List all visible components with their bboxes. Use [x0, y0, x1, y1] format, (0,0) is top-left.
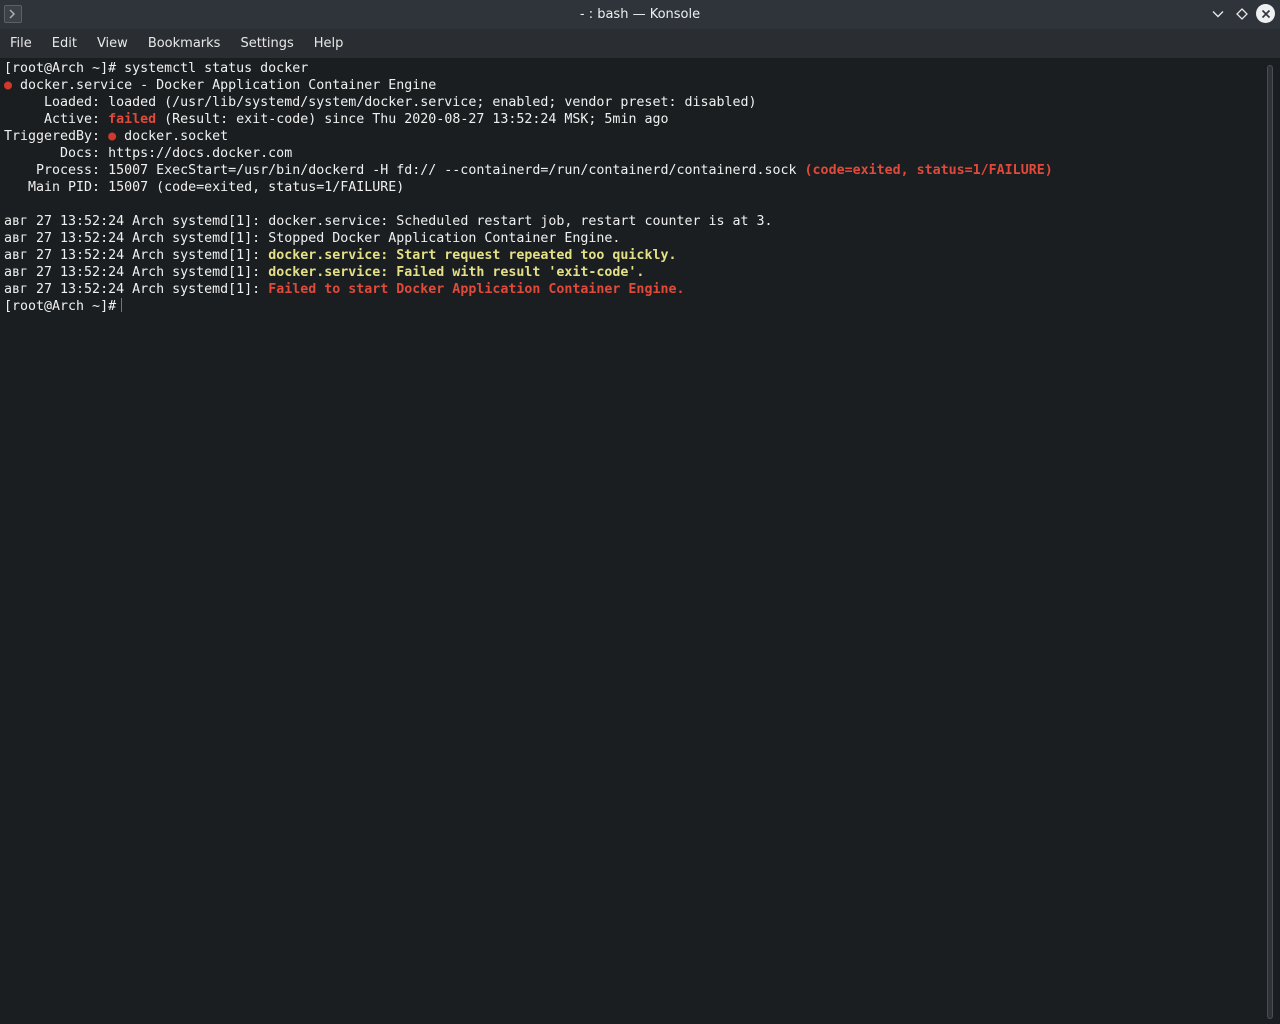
log-line: авг 27 13:52:24 Arch systemd[1]: docker.…: [4, 264, 1053, 281]
menu-settings[interactable]: Settings: [230, 29, 303, 59]
log-warning: docker.service: Failed with result 'exit…: [268, 265, 645, 280]
window-title: - : bash — Konsole: [579, 7, 701, 22]
log-prefix: авг 27 13:52:24 Arch systemd[1]:: [4, 231, 269, 246]
status-dot-icon: ●: [108, 129, 117, 144]
minimize-button[interactable]: [1209, 5, 1227, 23]
log-prefix: авг 27 13:52:24 Arch systemd[1]:: [4, 265, 269, 280]
log-prefix: авг 27 13:52:24 Arch systemd[1]:: [4, 214, 269, 229]
log-line: авг 27 13:52:24 Arch systemd[1]: Stopped…: [4, 230, 1053, 247]
command-text: systemctl status docker: [116, 61, 309, 76]
menu-file[interactable]: File: [0, 29, 42, 59]
log-warning: docker.service: Start request repeated t…: [268, 248, 677, 263]
close-icon: [1261, 9, 1270, 18]
unit-description: docker.service - Docker Application Cont…: [12, 78, 437, 93]
chevron-down-icon: [1212, 11, 1224, 18]
log-prefix: авг 27 13:52:24 Arch systemd[1]:: [4, 248, 269, 263]
menu-view[interactable]: View: [87, 29, 138, 59]
text-cursor: [121, 298, 123, 312]
process-status: (code=exited, status=1/FAILURE): [804, 163, 1053, 178]
active-label: Active:: [4, 112, 109, 127]
terminal-line: [root@Arch ~]#: [4, 298, 1053, 315]
triggered-label: TriggeredBy:: [4, 129, 109, 144]
keep-above-button[interactable]: [1233, 5, 1251, 23]
terminal-line: Active: failed (Result: exit-code) since…: [4, 111, 1053, 128]
terminal-line: Docs: https://docs.docker.com: [4, 146, 293, 161]
log-line: авг 27 13:52:24 Arch systemd[1]: docker.…: [4, 247, 1053, 264]
process-line: Process: 15007 ExecStart=/usr/bin/docker…: [4, 163, 805, 178]
terminal-line: Main PID: 15007 (code=exited, status=1/F…: [4, 180, 405, 195]
close-button[interactable]: [1256, 4, 1275, 23]
terminal-output[interactable]: [root@Arch ~]# systemctl status docker ●…: [0, 59, 1260, 1024]
scrollbar[interactable]: [1260, 59, 1280, 1024]
terminal-line: ● docker.service - Docker Application Co…: [4, 77, 1053, 94]
active-detail: (Result: exit-code) since Thu 2020-08-27…: [156, 112, 669, 127]
terminal-line: Loaded: loaded (/usr/lib/systemd/system/…: [4, 95, 757, 110]
triggered-value: docker.socket: [116, 129, 229, 144]
diamond-icon: [1236, 8, 1248, 20]
menu-bar: File Edit View Bookmarks Settings Help: [0, 29, 1280, 59]
scrollbar-handle[interactable]: [1267, 65, 1273, 1019]
terminal-line: Process: 15007 ExecStart=/usr/bin/docker…: [4, 162, 1053, 179]
log-line: авг 27 13:52:24 Arch systemd[1]: docker.…: [4, 213, 1053, 230]
status-dot-icon: ●: [4, 78, 13, 93]
shell-prompt: [root@Arch ~]#: [4, 61, 117, 76]
menu-bookmarks[interactable]: Bookmarks: [138, 29, 231, 59]
log-message: docker.service: Scheduled restart job, r…: [268, 214, 773, 229]
menu-edit[interactable]: Edit: [42, 29, 87, 59]
log-message: Stopped Docker Application Container Eng…: [268, 231, 621, 246]
log-prefix: авг 27 13:52:24 Arch systemd[1]:: [4, 282, 269, 297]
active-state: failed: [108, 112, 157, 127]
menu-help[interactable]: Help: [304, 29, 354, 59]
title-bar: - : bash — Konsole: [0, 0, 1280, 29]
shell-prompt: [root@Arch ~]#: [4, 299, 117, 314]
terminal-line: [root@Arch ~]# systemctl status docker: [4, 60, 1053, 77]
terminal-line: TriggeredBy: ● docker.socket: [4, 128, 1053, 145]
log-line: авг 27 13:52:24 Arch systemd[1]: Failed …: [4, 281, 1053, 298]
log-error: Failed to start Docker Application Conta…: [268, 282, 685, 297]
